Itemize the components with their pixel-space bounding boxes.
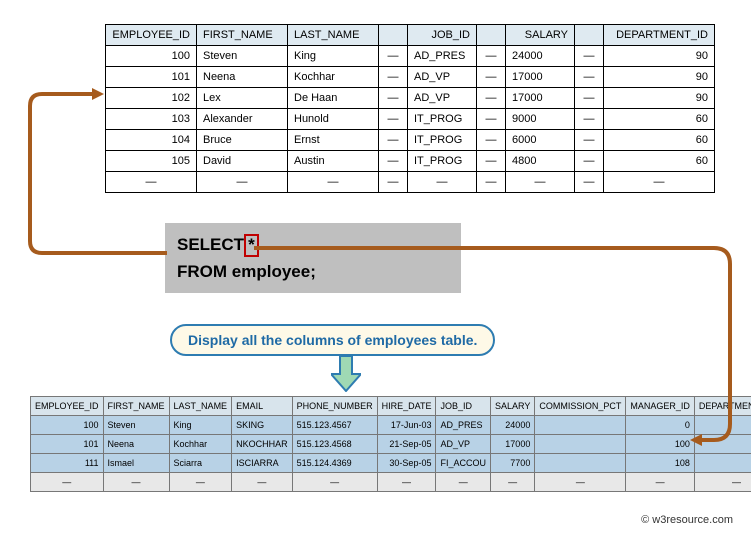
- col-gap1: [379, 25, 408, 46]
- table-row: 101 Neena Kochhar — AD_VP — 17000 — 90: [106, 67, 715, 88]
- table-row: 104 Bruce Ernst — IT_PROG — 6000 — 60: [106, 130, 715, 151]
- col-gap3: [575, 25, 604, 46]
- table-row: 103 Alexander Hunold — IT_PROG — 9000 — …: [106, 109, 715, 130]
- table-row: 105 David Austin — IT_PROG — 4800 — 60: [106, 151, 715, 172]
- connector-arrow-left: [22, 88, 172, 273]
- col-first-name: FIRST_NAME: [197, 25, 288, 46]
- col-job-id: JOB_ID: [408, 25, 477, 46]
- col-dept-id: DEPARTMENT_ID: [604, 25, 715, 46]
- table-dash-row: — — — — — — — — — — —: [31, 473, 751, 492]
- col-gap2: [477, 25, 506, 46]
- table-dash-row: — — — — — — — — —: [106, 172, 715, 193]
- col-last-name: LAST_NAME: [288, 25, 379, 46]
- table-row: 102 Lex De Haan — AD_VP — 17000 — 90: [106, 88, 715, 109]
- source-table: EMPLOYEE_ID FIRST_NAME LAST_NAME JOB_ID …: [105, 24, 715, 193]
- connector-arrow-right: [234, 244, 744, 459]
- footer-credit: © w3resource.com: [641, 514, 733, 526]
- col-employee-id: EMPLOYEE_ID: [106, 25, 197, 46]
- col-salary: SALARY: [506, 25, 575, 46]
- table-header-row: EMPLOYEE_ID FIRST_NAME LAST_NAME JOB_ID …: [106, 25, 715, 46]
- table-row: 100 Steven King — AD_PRES — 24000 — 90: [106, 46, 715, 67]
